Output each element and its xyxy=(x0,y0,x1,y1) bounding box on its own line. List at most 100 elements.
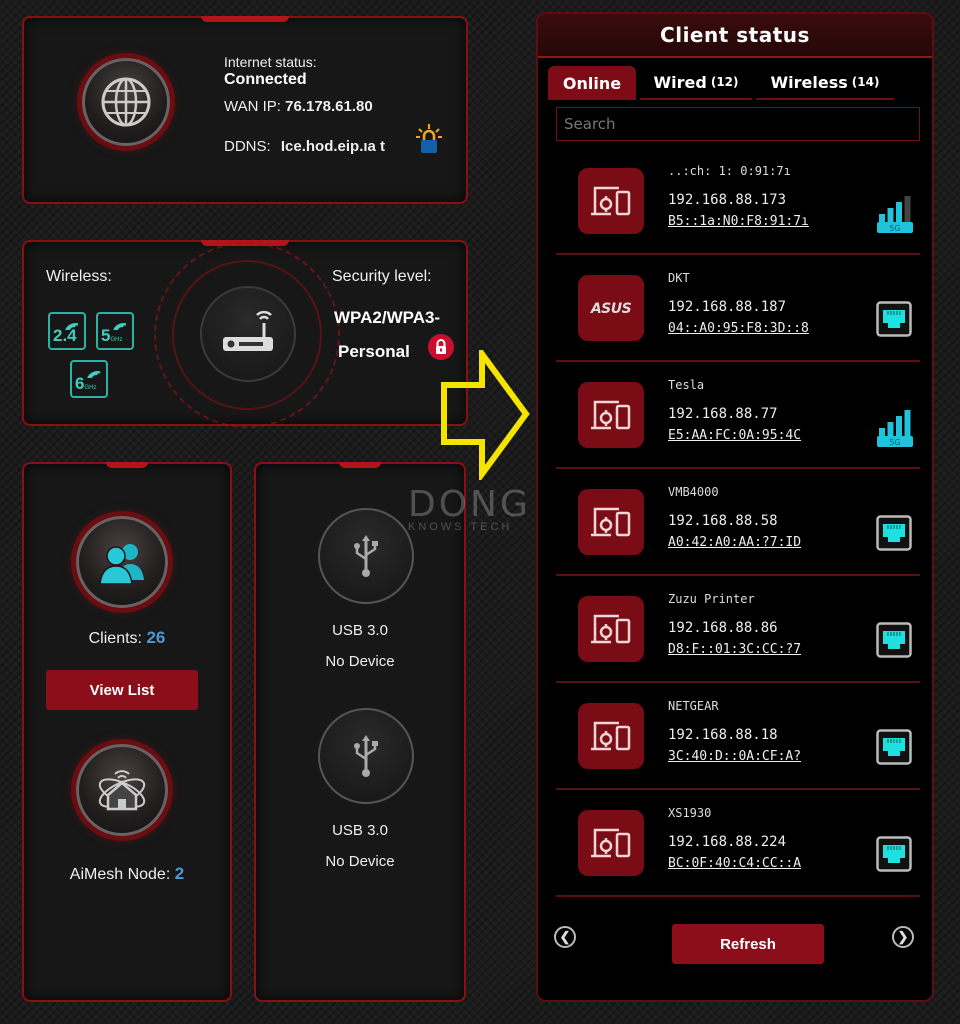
next-page-button[interactable]: ❯ xyxy=(892,926,914,948)
usb-1-status: No Device xyxy=(325,653,395,670)
usb-2-status: No Device xyxy=(325,853,395,870)
client-name: ..:ch: 1: 0:91:7ı xyxy=(668,164,791,178)
client-ip: 192.168.88.187 xyxy=(668,299,787,315)
connection-type xyxy=(876,301,912,337)
device-icon xyxy=(591,507,631,537)
chevron-left-icon: ❮ xyxy=(559,929,571,944)
device-icon xyxy=(591,400,631,430)
internet-globe-button[interactable] xyxy=(82,58,170,146)
ethernet-icon xyxy=(876,515,912,551)
device-icon xyxy=(591,186,631,216)
security-value-line1: WPA2/WPA3- xyxy=(334,308,441,327)
security-label: Security level: xyxy=(332,268,432,285)
clients-label: Clients: xyxy=(88,630,142,647)
connection-type xyxy=(876,515,912,551)
wifi-5g-signal-icon: 5G xyxy=(877,196,913,233)
client-row[interactable]: XS1930 192.168.88.224 BC:0F:40:C4:CC::A xyxy=(556,790,920,897)
aimesh-icon xyxy=(98,770,146,811)
band-2-4-label: 2.4 xyxy=(53,326,77,345)
client-search-input[interactable] xyxy=(556,107,920,141)
client-mac-link[interactable]: B5::1a:N0:F8:91:7ı xyxy=(668,214,809,229)
svg-text:ASUS: ASUS xyxy=(590,301,632,316)
band-5ghz-icon[interactable]: 5GHz xyxy=(96,312,134,350)
device-icon xyxy=(591,828,631,858)
signal-bar xyxy=(896,416,902,436)
router-button[interactable] xyxy=(200,286,296,382)
tab-wireless-count: (14) xyxy=(851,75,880,89)
client-row[interactable]: NETGEAR192.168.88.183C:40:D::0A:CF:A? xyxy=(556,683,920,790)
ethernet-icon xyxy=(876,301,912,337)
tab-wireless-label: Wireless xyxy=(770,72,848,92)
wireless-label: Wireless: xyxy=(46,268,112,285)
client-status-panel: Client status Online Wired (12) Wireless(… xyxy=(536,12,934,1002)
client-row[interactable]: Tesla 192.168.88.77 E5:AA:FC:0A:95:4C 5G xyxy=(556,362,920,469)
connection-type xyxy=(876,836,912,872)
svg-text:5G: 5G xyxy=(889,438,900,447)
device-icon xyxy=(591,614,631,644)
aimesh-button[interactable] xyxy=(76,744,168,836)
signal-bar xyxy=(879,428,885,436)
aimesh-count: AiMesh Node: 2 xyxy=(24,864,230,884)
clients-count-value: 26 xyxy=(146,628,166,647)
client-device-icon-button[interactable] xyxy=(578,596,644,662)
client-device-icon-button[interactable] xyxy=(578,489,644,555)
usb-port-2-button[interactable] xyxy=(318,708,414,804)
aimesh-label: AiMesh Node: xyxy=(69,866,171,883)
client-device-icon-button[interactable] xyxy=(578,703,644,769)
band-5-unit: GHz xyxy=(110,337,123,343)
connection-type: 5G xyxy=(876,194,913,233)
client-row[interactable]: VMB4000 192.168.88.58 A0:42:A0:AA:?7:ID xyxy=(556,469,920,576)
client-ip: 192.168.88.58 xyxy=(668,513,778,529)
client-name: VMB4000 xyxy=(668,485,719,499)
client-ip: 192.168.88.18 xyxy=(668,727,778,743)
prev-page-button[interactable]: ❮ xyxy=(554,926,576,948)
ddns-value: Ice.hod.eip.ıa t xyxy=(280,138,386,155)
band-2-4ghz-icon[interactable]: 2.4 xyxy=(48,312,86,350)
usb-port-1-button[interactable] xyxy=(318,508,414,604)
usb-icon xyxy=(354,535,378,577)
client-ip: 192.168.88.77 xyxy=(668,406,778,422)
clients-button[interactable] xyxy=(76,516,168,608)
usb-1-type: USB 3.0 xyxy=(332,622,388,639)
client-name: NETGEAR xyxy=(668,699,719,713)
client-mac-link[interactable]: BC:0F:40:C4:CC::A xyxy=(668,856,801,871)
ddns-label: DDNS: xyxy=(224,138,271,155)
refresh-button[interactable]: Refresh xyxy=(672,924,824,964)
aimesh-count-value: 2 xyxy=(174,864,185,883)
clients-count: Clients: 26 xyxy=(24,628,230,648)
client-device-icon-button[interactable]: ASUS xyxy=(578,275,644,341)
device-icon xyxy=(591,721,631,751)
ethernet-icon xyxy=(876,836,912,872)
client-name: Tesla xyxy=(668,378,705,392)
client-name: Zuzu Printer xyxy=(668,592,755,606)
client-device-icon-button[interactable] xyxy=(578,810,644,876)
band-6ghz-icon[interactable]: 6GHz xyxy=(70,360,108,398)
yellow-arrow-annotation xyxy=(441,350,530,480)
tab-wireless[interactable]: Wireless (14) xyxy=(756,66,894,100)
view-list-button[interactable]: View List xyxy=(46,670,198,710)
signal-bar xyxy=(879,214,885,222)
client-row[interactable]: Zuzu Printer 192.168.88.86 D8:F::01:3C:CC:… xyxy=(556,576,920,683)
ddns-lock-icon[interactable] xyxy=(416,124,442,154)
tab-online[interactable]: Online xyxy=(548,66,636,100)
wan-ip-value: 76.178.61.80 xyxy=(285,98,373,115)
internet-status-label: Internet status: xyxy=(224,54,317,70)
client-device-icon-button[interactable] xyxy=(578,168,644,234)
client-row[interactable]: ..:ch: 1: 0:91:7ı 192.168.88.173 B5::1a:N0… xyxy=(556,148,920,255)
client-mac-link[interactable]: A0:42:A0:AA:?7:ID xyxy=(668,535,801,550)
usb-2-type: USB 3.0 xyxy=(332,822,388,839)
client-mac-link[interactable]: 04::A0:95:F8:3D::8 xyxy=(668,321,809,336)
internet-status-value: Connected xyxy=(224,71,307,88)
client-mac-link[interactable]: 3C:40:D::0A:CF:A? xyxy=(668,749,801,764)
client-row[interactable]: ASUS DKT 192.168.88.187 04::A0:95:F8:3D::8 xyxy=(556,255,920,362)
client-mac-link[interactable]: E5:AA:FC:0A:95:4C xyxy=(668,428,801,443)
tab-wired[interactable]: Wired (12) xyxy=(640,66,752,100)
security-value-line2: Personal xyxy=(338,342,410,361)
client-device-icon-button[interactable] xyxy=(578,382,644,448)
band-6-unit: GHz xyxy=(84,385,97,391)
wifi-5g-signal-icon: 5G xyxy=(877,410,913,447)
svg-text:5G: 5G xyxy=(889,224,900,233)
client-mac-link[interactable]: D8:F::01:3C:CC:?7 xyxy=(668,642,801,657)
internet-status-panel: Internet status: Connected WAN IP: 76.17… xyxy=(22,16,468,204)
signal-bar xyxy=(887,208,894,222)
